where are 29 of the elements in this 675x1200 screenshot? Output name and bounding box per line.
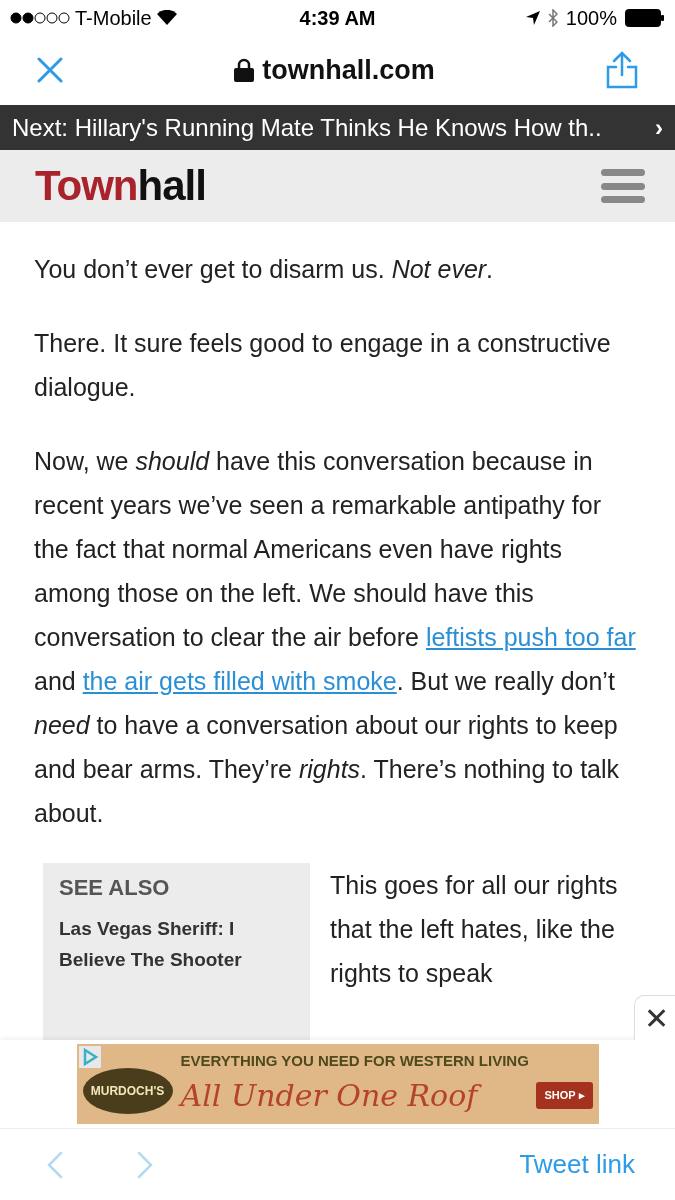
shop-button[interactable]: SHOP ▸ — [536, 1082, 593, 1109]
article-paragraph: There. It sure feels good to engage in a constructive dialogue. — [34, 328, 612, 403]
carrier-name: T-Mobile — [75, 5, 152, 31]
article-paragraph: This goes for all our rights that the left hates, like the rights to speak — [330, 870, 619, 989]
ad-headline: EVERYTHING YOU NEED FOR WESTERN LIVING — [180, 1051, 530, 1072]
brand-logo: MURDOCH'S — [82, 1068, 173, 1114]
wifi-icon — [156, 10, 177, 25]
page-domain: townhall.com — [262, 53, 435, 87]
article-link[interactable]: the air gets filled with smoke — [82, 667, 397, 695]
bluetooth-icon — [547, 8, 558, 27]
battery-percent: 100% — [565, 5, 617, 31]
close-button[interactable] — [35, 55, 65, 85]
menu-button[interactable] — [601, 166, 645, 206]
article-paragraph: Now, we should have this conversation because in recent years we’ve seen a remarkable antipathy for the fact that normal Americans even have rights among those on the left. We should have this conversation to clear the air before leftists push too far and the air gets filled with smoke. But we really don’t need to have a conversation about our rights to keep and bear arms. They’re rights. There’s nothing to talk about. — [34, 446, 637, 829]
ad-banner[interactable]: MURDOCH'S EVERYTHING YOU NEED FOR WESTERN LIVING All Under One Roof SHOP ▸ — [76, 1044, 599, 1124]
see-also-heading: SEE ALSO — [59, 874, 171, 902]
article-paragraph: You don’t ever get to disarm us. Not ever. — [34, 254, 495, 285]
ad-close-button[interactable]: ✕ — [634, 995, 675, 1040]
ad-choices-icon — [78, 1046, 101, 1068]
clock-time: 4:39 AM — [299, 5, 376, 31]
share-button[interactable] — [604, 50, 640, 90]
see-also-link[interactable]: Las Vegas Sheriff: I Believe The Shooter — [59, 913, 294, 975]
battery-icon — [625, 8, 665, 27]
site-logo[interactable]: Townhall — [35, 165, 206, 207]
next-article-banner[interactable]: Next: Hillary's Running Mate Thinks He Knows How th.. › — [0, 105, 675, 150]
signal-icon — [10, 11, 70, 24]
location-arrow-icon — [525, 10, 540, 25]
article-link[interactable]: leftists push too far — [425, 623, 636, 651]
lock-icon — [234, 58, 255, 82]
